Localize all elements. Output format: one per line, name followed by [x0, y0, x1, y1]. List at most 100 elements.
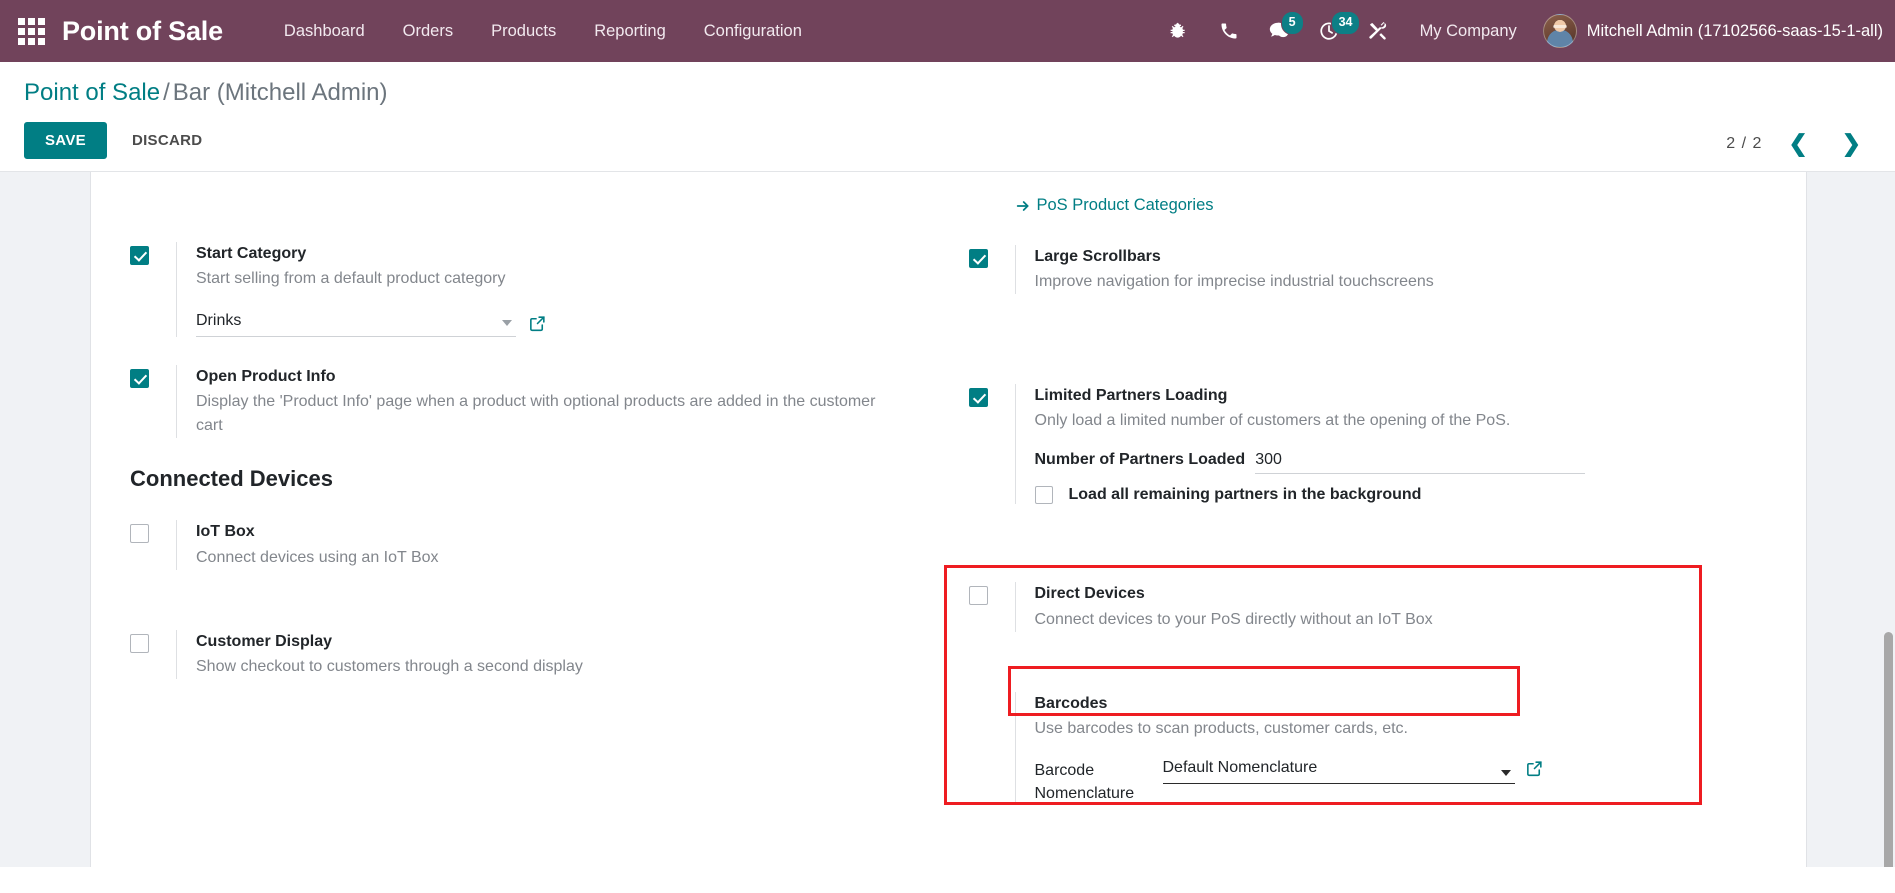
- settings-content: Start Category Start selling from a defa…: [0, 172, 1895, 867]
- avatar: [1542, 14, 1577, 48]
- barcodes-body: Barcodes Use barcodes to scan products, …: [1014, 691, 1768, 806]
- chevron-right-icon[interactable]: ❯: [1834, 130, 1869, 157]
- limited-partners-body: Limited Partners Loading Only load a lim…: [1014, 384, 1768, 505]
- customer-display-body: Customer Display Show checkout to custom…: [176, 629, 929, 679]
- chevron-down-icon: [1500, 769, 1511, 776]
- barcode-nomenclature-field: Barcode Nomenclature Default Nomenclatur…: [1035, 759, 1768, 805]
- open-product-info-body: Open Product Info Display the 'Product I…: [176, 365, 929, 439]
- breadcrumb: Point of Sale / Bar (Mitchell Admin): [24, 78, 1871, 108]
- barcode-nomenclature-label: Barcode Nomenclature: [1034, 761, 1135, 802]
- direct-devices-body: Direct Devices Connect devices to your P…: [1014, 582, 1768, 632]
- breadcrumb-current: Bar (Mitchell Admin): [172, 79, 388, 106]
- menu-configuration[interactable]: Configuration: [685, 14, 821, 49]
- user-name-label: Mitchell Admin (17102566-saas-15-1-all): [1586, 21, 1883, 40]
- iot-box-body: IoT Box Connect devices using an IoT Box: [176, 520, 929, 570]
- chevron-left-icon[interactable]: ❮: [1780, 130, 1815, 157]
- scrollbar-track[interactable]: [1882, 172, 1895, 867]
- tools-icon[interactable]: [1354, 6, 1404, 56]
- setting-iot-box: IoT Box Connect devices using an IoT Box: [130, 520, 929, 570]
- scrollbar-thumb[interactable]: [1884, 632, 1893, 867]
- messages-badge: 5: [1280, 11, 1304, 35]
- activities-clock-icon[interactable]: 34: [1304, 6, 1361, 56]
- pager-counter: 2 / 2: [1726, 134, 1763, 152]
- open-product-info-checkbox[interactable]: [130, 369, 149, 389]
- limited-partners-checkbox[interactable]: [968, 388, 988, 408]
- pos-product-categories-link[interactable]: PoS Product Categories: [1015, 196, 1214, 215]
- menu-reporting[interactable]: Reporting: [575, 14, 685, 49]
- start-category-select[interactable]: Drinks: [196, 309, 516, 338]
- background-load-label: Load all remaining partners in the backg…: [1068, 486, 1422, 504]
- menu-dashboard[interactable]: Dashboard: [265, 14, 384, 49]
- large-scrollbars-title: Large Scrollbars: [1034, 248, 1161, 265]
- customer-display-checkbox-holder: [130, 630, 176, 653]
- user-menu[interactable]: Mitchell Admin (17102566-saas-15-1-all): [1533, 14, 1895, 48]
- iot-box-checkbox-holder: [130, 520, 176, 544]
- top-navbar: Point of Sale Dashboard Orders Products …: [0, 0, 1895, 62]
- iot-box-title: IoT Box: [196, 523, 255, 541]
- setting-direct-devices: Direct Devices Connect devices to your P…: [968, 582, 1768, 632]
- partners-loaded-input[interactable]: [1255, 449, 1586, 475]
- customer-display-title: Customer Display: [196, 632, 333, 650]
- save-button[interactable]: SAVE: [24, 122, 107, 159]
- barcode-nomenclature-select[interactable]: Default Nomenclature: [1162, 758, 1515, 784]
- connected-devices-heading: Connected Devices: [130, 466, 333, 492]
- setting-large-scrollbars: Large Scrollbars Improve navigation for …: [968, 245, 1768, 295]
- app-brand-title[interactable]: Point of Sale: [62, 16, 223, 47]
- systray: 5 34: [1154, 6, 1404, 56]
- background-load-checkbox[interactable]: [1034, 486, 1053, 505]
- direct-devices-title: Direct Devices: [1034, 585, 1145, 603]
- setting-customer-display: Customer Display Show checkout to custom…: [130, 629, 929, 679]
- background-load-row: Load all remaining partners in the backg…: [1034, 486, 1768, 505]
- pos-product-categories-label: PoS Product Categories: [1036, 196, 1214, 214]
- bug-icon[interactable]: [1154, 6, 1204, 56]
- record-pager: 2 / 2 ❮ ❯: [1726, 130, 1869, 157]
- menu-products[interactable]: Products: [472, 14, 575, 49]
- limited-partners-title: Limited Partners Loading: [1034, 387, 1228, 405]
- control-panel: Point of Sale / Bar (Mitchell Admin) SAVE …: [0, 62, 1895, 172]
- customer-display-description: Show checkout to customers through a sec…: [196, 657, 583, 675]
- barcodes-description: Use barcodes to scan products, customer …: [1034, 719, 1409, 737]
- partners-loaded-label: Number of Partners Loaded: [1034, 451, 1246, 469]
- open-product-info-title: Open Product Info: [196, 368, 336, 386]
- arrow-right-icon: [1016, 200, 1029, 211]
- chevron-down-icon: [502, 320, 512, 327]
- large-scrollbars-body: Large Scrollbars Improve navigation for …: [1014, 245, 1768, 295]
- external-link-icon[interactable]: [1525, 759, 1544, 778]
- direct-devices-checkbox[interactable]: [968, 586, 988, 606]
- start-category-checkbox[interactable]: [130, 246, 149, 265]
- direct-devices-checkbox-holder: [968, 582, 1015, 606]
- open-product-info-checkbox-holder: [130, 365, 176, 389]
- discard-button[interactable]: DISCARD: [117, 122, 217, 159]
- left-settings-column: Start Category Start selling from a defa…: [130, 196, 929, 833]
- external-link-icon[interactable]: [528, 314, 547, 333]
- start-category-select-value: Drinks: [196, 312, 242, 330]
- settings-grid: Start Category Start selling from a defa…: [90, 172, 1807, 867]
- start-category-field-row: Drinks: [196, 309, 929, 338]
- right-settings-column: PoS Product Categories Large Scrollbars …: [968, 196, 1768, 833]
- setting-start-category: Start Category Start selling from a defa…: [130, 242, 929, 338]
- breadcrumb-root[interactable]: Point of Sale: [24, 79, 160, 106]
- phone-icon[interactable]: [1204, 6, 1254, 56]
- barcodes-title: Barcodes: [1034, 694, 1108, 712]
- barcode-nomenclature-value: Default Nomenclature: [1162, 758, 1318, 776]
- large-scrollbars-description: Improve navigation for imprecise industr…: [1034, 273, 1434, 291]
- large-scrollbars-checkbox[interactable]: [968, 249, 988, 268]
- control-panel-buttons: SAVE DISCARD: [24, 122, 1871, 159]
- large-scrollbars-checkbox-holder: [968, 245, 1015, 268]
- breadcrumb-separator: /: [163, 79, 170, 106]
- customer-display-checkbox[interactable]: [130, 633, 149, 653]
- iot-box-checkbox[interactable]: [130, 524, 149, 544]
- apps-grid-icon[interactable]: [14, 14, 48, 48]
- direct-devices-description: Connect devices to your PoS directly wit…: [1034, 610, 1433, 628]
- start-category-checkbox-holder: [130, 242, 176, 265]
- messages-icon[interactable]: 5: [1254, 6, 1304, 56]
- company-switcher[interactable]: My Company: [1404, 14, 1533, 49]
- open-product-info-description: Display the 'Product Info' page when a p…: [196, 393, 876, 435]
- partners-loaded-field: Number of Partners Loaded: [1034, 449, 1768, 475]
- limited-partners-checkbox-holder: [968, 384, 1015, 408]
- menu-orders[interactable]: Orders: [384, 14, 472, 49]
- start-category-body: Start Category Start selling from a defa…: [176, 242, 929, 338]
- iot-box-description: Connect devices using an IoT Box: [196, 548, 439, 566]
- barcodes-checkbox-holder: [969, 692, 1015, 715]
- start-category-description: Start selling from a default product cat…: [196, 270, 506, 288]
